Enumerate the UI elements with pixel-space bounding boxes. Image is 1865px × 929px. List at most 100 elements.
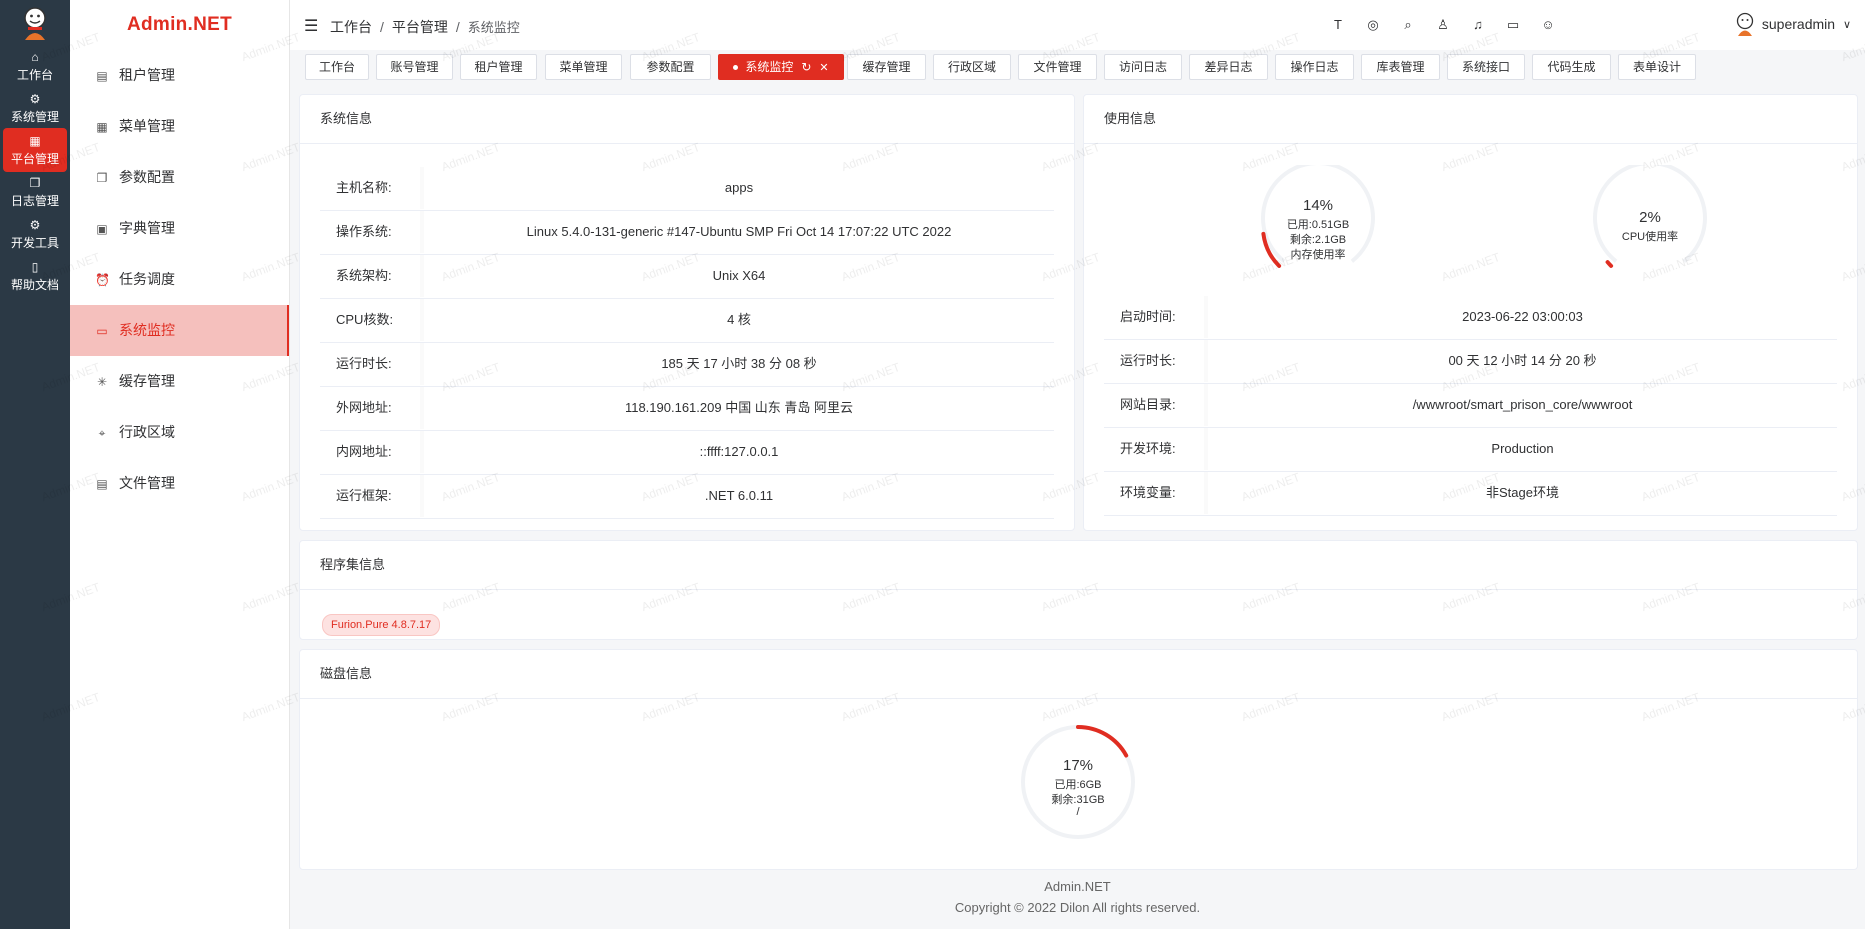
language-icon[interactable]: ◎ bbox=[1365, 17, 1381, 33]
tab-8[interactable]: 文件管理 bbox=[1018, 54, 1097, 80]
gear-icon: ⚙ bbox=[29, 92, 41, 106]
tab-label: 库表管理 bbox=[1376, 60, 1425, 74]
tab-13[interactable]: 系统接口 bbox=[1447, 54, 1525, 80]
rail-item-2[interactable]: ▦ 平台管理 bbox=[3, 128, 67, 172]
rail-item-1[interactable]: ⚙ 系统管理 bbox=[3, 86, 67, 130]
menu-item-label: 文件管理 bbox=[119, 475, 175, 491]
tab-2[interactable]: 租户管理 bbox=[460, 54, 537, 80]
menu-item-label: 菜单管理 bbox=[119, 118, 175, 134]
tab-9[interactable]: 访问日志 bbox=[1104, 54, 1182, 80]
breadcrumb-separator: / bbox=[380, 19, 384, 35]
tab-label: 行政区域 bbox=[947, 60, 996, 74]
info-row: 系统架构: Unix X64 bbox=[320, 255, 1054, 299]
tab-label: 租户管理 bbox=[474, 60, 523, 74]
info-row: 开发环境: Production bbox=[1104, 428, 1837, 472]
tab-label: 代码生成 bbox=[1547, 60, 1596, 74]
refresh-icon[interactable]: ↻ bbox=[801, 60, 811, 74]
assembly-info-card: 程序集信息 Furion.Pure 4.8.7.17 bbox=[299, 540, 1858, 640]
menu-item-3[interactable]: ▣ 字典管理 bbox=[70, 203, 289, 254]
cpu-percent: 2% bbox=[1639, 209, 1661, 226]
rail-item-label: 平台管理 bbox=[10, 152, 59, 166]
tab-6[interactable]: 缓存管理 bbox=[847, 54, 926, 80]
disk-free: 剩余:31GB bbox=[1051, 794, 1105, 806]
tab-0[interactable]: 工作台 bbox=[305, 54, 369, 80]
card-title: 磁盘信息 bbox=[300, 650, 1857, 699]
info-value: apps bbox=[724, 180, 754, 195]
footer-copyright: Copyright © 2022 Dilon All rights reserv… bbox=[954, 900, 1201, 915]
collapse-menu-icon[interactable]: ☰ bbox=[304, 16, 318, 36]
card-title: 系统信息 bbox=[300, 95, 1074, 144]
usage-info-table: 启动时间: 2023-06-22 03:00:03 运行时长: 00 天 12 小时 … bbox=[1104, 296, 1837, 516]
menu-item-1[interactable]: ▦ 菜单管理 bbox=[70, 101, 289, 152]
card-title: 程序集信息 bbox=[300, 541, 1857, 590]
close-icon[interactable]: ✕ bbox=[819, 62, 828, 74]
rail-item-5[interactable]: ▯ 帮助文档 bbox=[3, 254, 67, 298]
tab-5[interactable]: 系统监控 ↻ ✕ bbox=[718, 54, 844, 80]
tab-14[interactable]: 代码生成 bbox=[1532, 54, 1611, 80]
monitor-icon: ▭ bbox=[96, 324, 108, 338]
tab-7[interactable]: 行政区域 bbox=[933, 54, 1011, 80]
search-icon[interactable]: ⌕ bbox=[1400, 17, 1416, 33]
info-value: 4 核 bbox=[727, 312, 751, 327]
menu-item-4[interactable]: ⏰ 任务调度 bbox=[70, 254, 289, 305]
disk-percent: 17% bbox=[1062, 757, 1094, 774]
tab-1[interactable]: 账号管理 bbox=[376, 54, 453, 80]
tenant-icon: ▤ bbox=[96, 69, 108, 83]
tab-3[interactable]: 菜单管理 bbox=[545, 54, 622, 80]
font-size-icon[interactable]: T bbox=[1330, 17, 1346, 33]
info-label: 开发环境: bbox=[1120, 441, 1176, 456]
submenu: ▤ 租户管理 ▦ 菜单管理 ❐ 参数配置 ▣ 字典管理 ⏰ 任务调度 ▭ 系统监控 ✳ 缓存管理 ⌖ 行政区域… bbox=[70, 50, 289, 509]
menu-item-7[interactable]: ⌖ 行政区域 bbox=[70, 407, 289, 458]
menu-item-6[interactable]: ✳ 缓存管理 bbox=[70, 356, 289, 407]
user-icon[interactable]: ☺ bbox=[1540, 17, 1556, 33]
info-label: 运行框架: bbox=[336, 488, 392, 503]
memory-free: 剩余:2.1GB bbox=[1289, 234, 1347, 246]
info-value: 非Stage环境 bbox=[1486, 485, 1559, 500]
info-label: 操作系统: bbox=[336, 224, 392, 239]
tab-label: 表单设计 bbox=[1632, 60, 1681, 74]
tab-label: 系统接口 bbox=[1461, 60, 1510, 74]
menu-item-0[interactable]: ▤ 租户管理 bbox=[70, 50, 289, 101]
info-label: 主机名称: bbox=[336, 180, 392, 195]
menu-item-8[interactable]: ▤ 文件管理 bbox=[70, 458, 289, 509]
tab-12[interactable]: 库表管理 bbox=[1361, 54, 1440, 80]
rail-item-3[interactable]: ❐ 日志管理 bbox=[3, 170, 67, 214]
info-label: 系统架构: bbox=[336, 268, 392, 283]
toolbar-icons: T ◎ ⌕ ♙ ♫ ▭ ☺ bbox=[1330, 0, 1575, 50]
menu-item-5[interactable]: ▭ 系统监控 bbox=[70, 305, 289, 356]
menu-item-2[interactable]: ❐ 参数配置 bbox=[70, 152, 289, 203]
screen-icon[interactable]: ▭ bbox=[1505, 17, 1521, 33]
active-dot-icon bbox=[733, 65, 739, 71]
menu-item-label: 系统监控 bbox=[119, 322, 175, 338]
gear-icon: ⚙ bbox=[29, 218, 41, 232]
theme-icon[interactable]: ♙ bbox=[1435, 17, 1451, 33]
rail-item-4[interactable]: ⚙ 开发工具 bbox=[3, 212, 67, 256]
info-label: 环境变量: bbox=[1120, 485, 1176, 500]
rail-item-0[interactable]: ⌂ 工作台 bbox=[3, 44, 67, 88]
rail-item-label: 系统管理 bbox=[10, 110, 59, 124]
info-row: 启动时间: 2023-06-22 03:00:03 bbox=[1104, 296, 1837, 340]
info-value: Unix X64 bbox=[712, 268, 766, 283]
top-bar: ☰ 工作台 / 平台管理 / 系统监控 T ◎ ⌕ ♙ ♫ ▭ ☺ superadmin ∨ bbox=[290, 0, 1865, 50]
rail-item-label: 开发工具 bbox=[10, 236, 59, 250]
breadcrumb-home[interactable]: 工作台 bbox=[330, 19, 372, 35]
disk-info-card: 磁盘信息 17% 已用:6GB 剩余:31GB / bbox=[299, 649, 1858, 870]
breadcrumb: 工作台 / 平台管理 / 系统监控 bbox=[330, 17, 520, 37]
user-menu[interactable]: superadmin ∨ bbox=[1734, 12, 1851, 38]
tab-label: 工作台 bbox=[318, 60, 355, 74]
info-value: Linux 5.4.0-131-generic #147-Ubuntu SMP … bbox=[526, 224, 952, 239]
tab-4[interactable]: 参数配置 bbox=[630, 54, 711, 80]
tab-15[interactable]: 表单设计 bbox=[1618, 54, 1696, 80]
bell-icon[interactable]: ♫ bbox=[1470, 17, 1486, 33]
cpu-label: CPU使用率 bbox=[1621, 231, 1679, 243]
card-title: 使用信息 bbox=[1084, 95, 1857, 144]
info-label: 运行时长: bbox=[1120, 353, 1176, 368]
tab-label: 访问日志 bbox=[1118, 60, 1167, 74]
tab-label: 缓存管理 bbox=[862, 60, 911, 74]
logo-icon bbox=[24, 7, 46, 40]
tab-10[interactable]: 差异日志 bbox=[1189, 54, 1268, 80]
breadcrumb-platform[interactable]: 平台管理 bbox=[392, 19, 448, 35]
menu-item-label: 参数配置 bbox=[119, 169, 175, 185]
tab-11[interactable]: 操作日志 bbox=[1275, 54, 1354, 80]
menu-icon: ▦ bbox=[96, 120, 108, 134]
